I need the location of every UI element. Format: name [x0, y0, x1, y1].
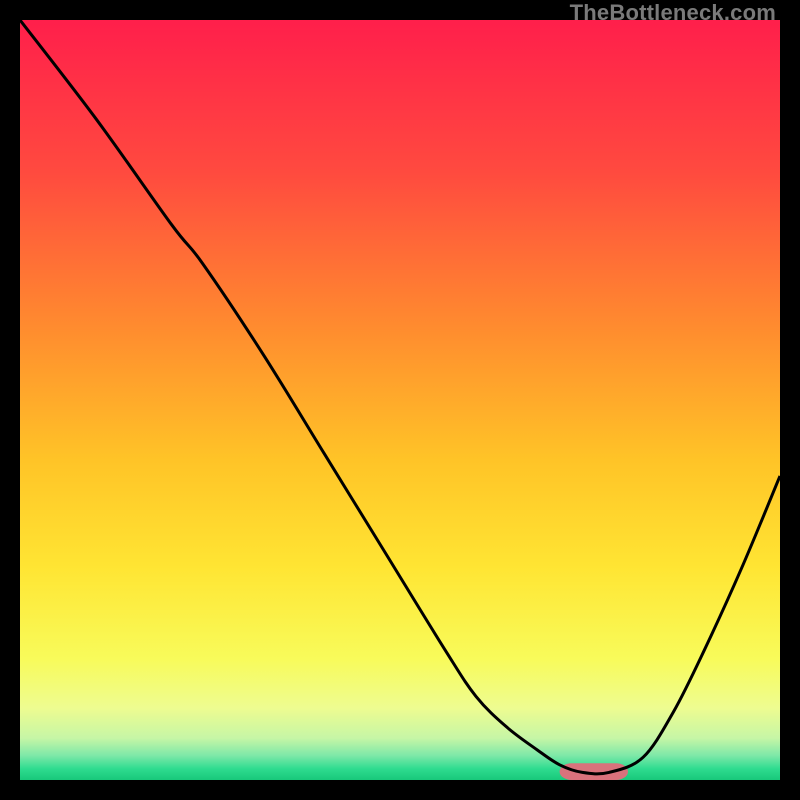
gradient-background — [20, 20, 780, 780]
chart-frame: TheBottleneck.com — [0, 0, 800, 800]
chart-plot — [20, 20, 780, 780]
